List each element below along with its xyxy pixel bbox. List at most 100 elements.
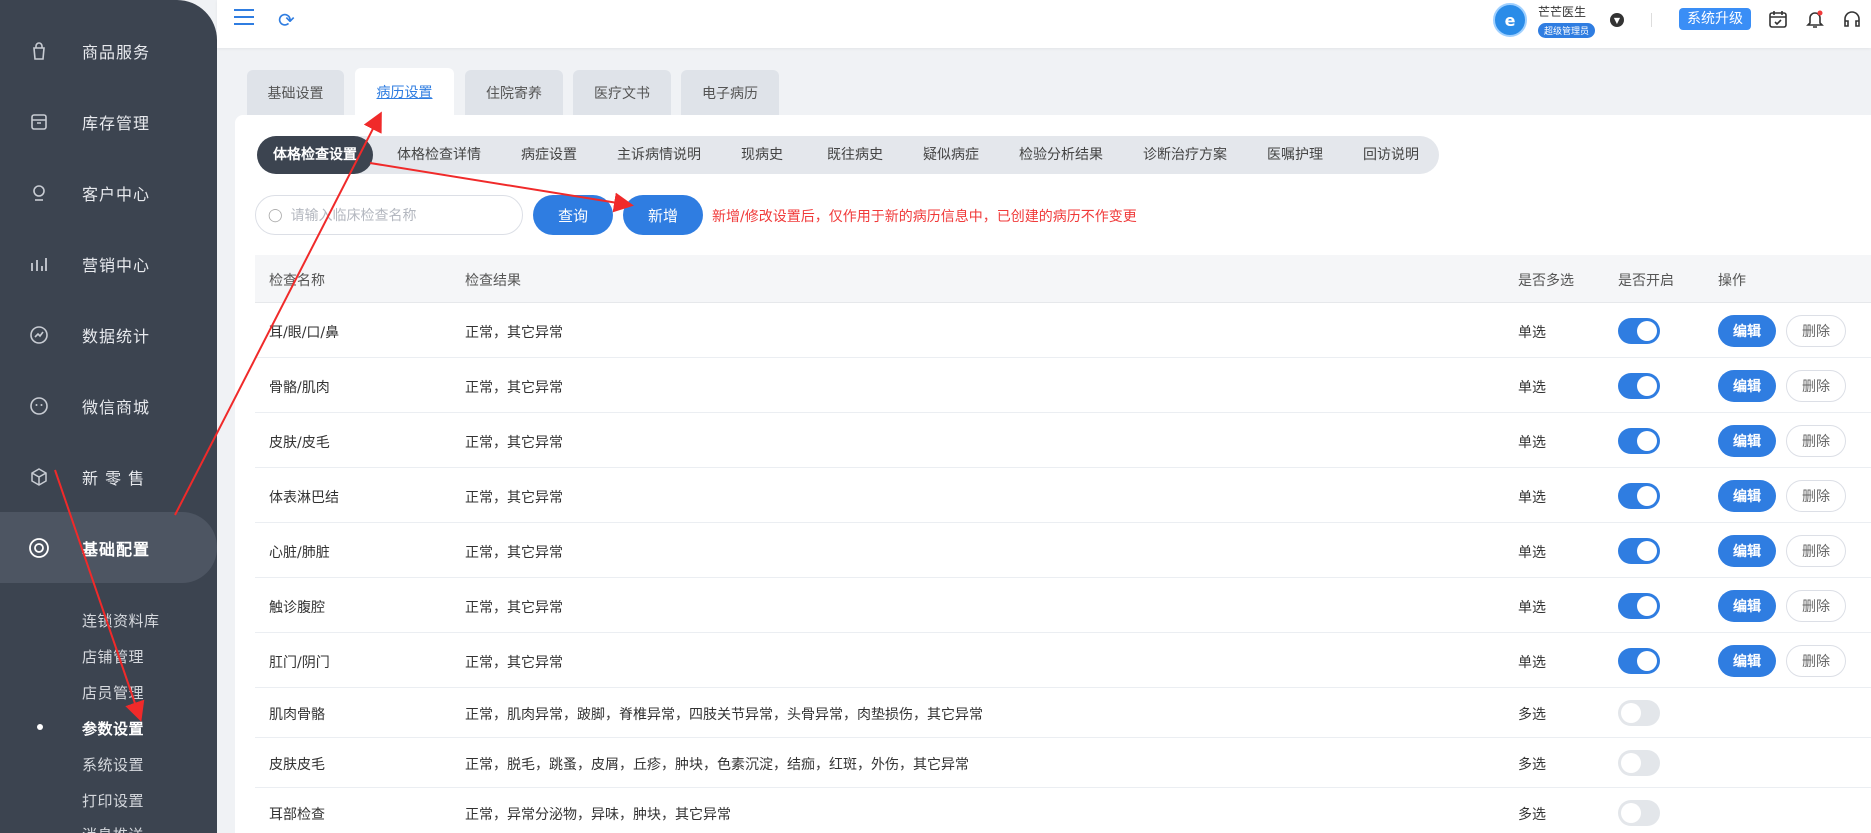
sidebar-item-label: 商品服务	[82, 42, 151, 62]
sidebar-item-new-retail[interactable]: 新 零 售	[0, 441, 217, 512]
subtab-medical-orders[interactable]: 医嘱护理	[1267, 136, 1323, 174]
delete-button[interactable]: 删除	[1786, 590, 1846, 622]
table-row: 心脏/肺脏 正常，其它异常 单选 编辑 删除	[255, 523, 1871, 578]
cell-multi-select: 单选	[1518, 545, 1546, 561]
sidebar-item-statistics[interactable]: 数据统计	[0, 299, 217, 370]
edit-button[interactable]: 编辑	[1718, 480, 1776, 512]
edit-button[interactable]: 编辑	[1718, 590, 1776, 622]
bag-icon	[27, 39, 51, 63]
enabled-toggle[interactable]	[1618, 318, 1660, 344]
submenu-message-push[interactable]: 消息推送	[82, 824, 144, 833]
subtab-chief-complaint[interactable]: 主诉病情说明	[617, 136, 701, 174]
cell-exam-result: 正常，脱毛，跳蚤，皮屑，丘疹，肿块，色素沉淀，结痂，红斑，外伤，其它异常	[465, 757, 969, 773]
enabled-toggle[interactable]	[1618, 483, 1660, 509]
delete-button[interactable]: 删除	[1786, 645, 1846, 677]
delete-button[interactable]: 删除	[1786, 370, 1846, 402]
sidebar-item-label: 数据统计	[82, 326, 151, 346]
search-input[interactable]: ◯ 请输入临床检查名称	[255, 195, 523, 235]
edit-button[interactable]: 编辑	[1718, 535, 1776, 567]
calendar-icon[interactable]	[1767, 8, 1789, 30]
submenu-print-settings[interactable]: 打印设置	[82, 790, 144, 811]
cell-exam-result: 正常，其它异常	[465, 435, 563, 451]
table-row: 肌肉骨骼 正常，肌肉异常，跛脚，脊椎异常，四肢关节异常，头骨异常，肉垫损伤，其它异…	[255, 688, 1871, 738]
sidebar-item-customers[interactable]: 客户中心	[0, 157, 217, 228]
menu-icon[interactable]	[234, 9, 254, 27]
edit-button[interactable]: 编辑	[1718, 645, 1776, 677]
table-row: 耳部检查 正常，异常分泌物，异味，肿块，其它异常 多选	[255, 788, 1871, 833]
cell-exam-name: 体表淋巴结	[269, 490, 339, 506]
divider	[1651, 13, 1652, 27]
subtab-follow-up[interactable]: 回访说明	[1363, 136, 1419, 174]
submenu-staff-management[interactable]: 店员管理	[82, 682, 144, 703]
table-row: 皮肤皮毛 正常，脱毛，跳蚤，皮屑，丘疹，肿块，色素沉淀，结痂，红斑，外伤，其它异常…	[255, 738, 1871, 788]
stats-icon	[27, 323, 51, 347]
cell-multi-select: 多选	[1518, 757, 1546, 773]
submenu-chain-library[interactable]: 连锁资料库	[82, 610, 160, 631]
sidebar-item-basic-config[interactable]: 基础配置	[0, 512, 217, 583]
sidebar-item-label: 新 零 售	[82, 468, 146, 488]
tab-label: 住院寄养	[486, 86, 542, 102]
col-actions: 操作	[1718, 273, 1746, 289]
enabled-toggle[interactable]	[1618, 428, 1660, 454]
avatar[interactable]: e	[1493, 3, 1527, 37]
tab-label: 电子病历	[702, 86, 758, 102]
subtab-physical-exam-settings[interactable]: 体格检查设置	[257, 136, 373, 174]
query-button[interactable]: 查询	[533, 195, 613, 235]
edit-button[interactable]: 编辑	[1718, 315, 1776, 347]
tab-medical-record-settings[interactable]: 病历设置	[355, 68, 454, 116]
subtab-diagnosis-plan[interactable]: 诊断治疗方案	[1143, 136, 1227, 174]
add-button[interactable]: 新增	[623, 195, 703, 235]
subtab-disease-settings[interactable]: 病症设置	[521, 136, 577, 174]
headset-icon[interactable]	[1841, 8, 1863, 30]
sidebar-item-label: 微信商城	[82, 397, 151, 417]
cell-exam-name: 心脏/肺脏	[269, 545, 330, 561]
edit-button[interactable]: 编辑	[1718, 425, 1776, 457]
subtab-suspected-disease[interactable]: 疑似病症	[923, 136, 979, 174]
tab-label: 病历设置	[376, 85, 433, 101]
enabled-toggle[interactable]	[1618, 538, 1660, 564]
cell-exam-name: 肛门/阴门	[269, 655, 330, 671]
box-icon	[27, 110, 51, 134]
cell-exam-result: 正常，异常分泌物，异味，肿块，其它异常	[465, 807, 731, 823]
cell-multi-select: 单选	[1518, 655, 1546, 671]
sidebar-item-inventory[interactable]: 库存管理	[0, 86, 217, 157]
sidebar-item-marketing[interactable]: 营销中心	[0, 228, 217, 299]
submenu-system-settings[interactable]: 系统设置	[82, 754, 144, 775]
edit-button[interactable]: 编辑	[1718, 370, 1776, 402]
subtab-physical-exam-details[interactable]: 体格检查详情	[397, 136, 481, 174]
subtab-present-history[interactable]: 现病史	[741, 136, 783, 174]
tab-electronic-records[interactable]: 电子病历	[681, 70, 779, 116]
enabled-toggle[interactable]	[1618, 750, 1660, 776]
col-multi-select: 是否多选	[1518, 273, 1574, 289]
tab-medical-documents[interactable]: 医疗文书	[573, 70, 671, 116]
delete-button[interactable]: 删除	[1786, 480, 1846, 512]
enabled-toggle[interactable]	[1618, 800, 1660, 826]
bell-icon[interactable]	[1804, 8, 1826, 30]
cell-exam-name: 耳部检查	[269, 807, 325, 823]
tab-hospitalization[interactable]: 住院寄养	[465, 70, 563, 116]
delete-button[interactable]: 删除	[1786, 535, 1846, 567]
system-upgrade-button[interactable]: 系统升级	[1679, 8, 1751, 30]
cell-multi-select: 单选	[1518, 435, 1546, 451]
sidebar-item-goods[interactable]: 商品服务	[0, 15, 217, 86]
subtab-past-history[interactable]: 既往病史	[827, 136, 883, 174]
chevron-down-icon[interactable]: ▼	[1610, 13, 1624, 27]
tab-basic-settings[interactable]: 基础设置	[247, 70, 344, 116]
submenu-parameter-settings[interactable]: 参数设置	[82, 718, 144, 739]
target-icon	[27, 536, 51, 560]
delete-button[interactable]: 删除	[1786, 425, 1846, 457]
enabled-toggle[interactable]	[1618, 648, 1660, 674]
cell-exam-name: 皮肤皮毛	[269, 757, 325, 773]
wechat-icon	[27, 394, 51, 418]
subtab-lab-results[interactable]: 检验分析结果	[1019, 136, 1103, 174]
submenu-store-management[interactable]: 店铺管理	[82, 646, 144, 667]
enabled-toggle[interactable]	[1618, 593, 1660, 619]
sidebar-item-wechat-mall[interactable]: 微信商城	[0, 370, 217, 441]
col-enabled: 是否开启	[1618, 273, 1674, 289]
refresh-icon[interactable]: ⟳	[278, 8, 295, 32]
sidebar-item-label: 客户中心	[82, 184, 151, 204]
enabled-toggle[interactable]	[1618, 700, 1660, 726]
enabled-toggle[interactable]	[1618, 373, 1660, 399]
cell-exam-name: 骨骼/肌肉	[269, 380, 330, 396]
delete-button[interactable]: 删除	[1786, 315, 1846, 347]
